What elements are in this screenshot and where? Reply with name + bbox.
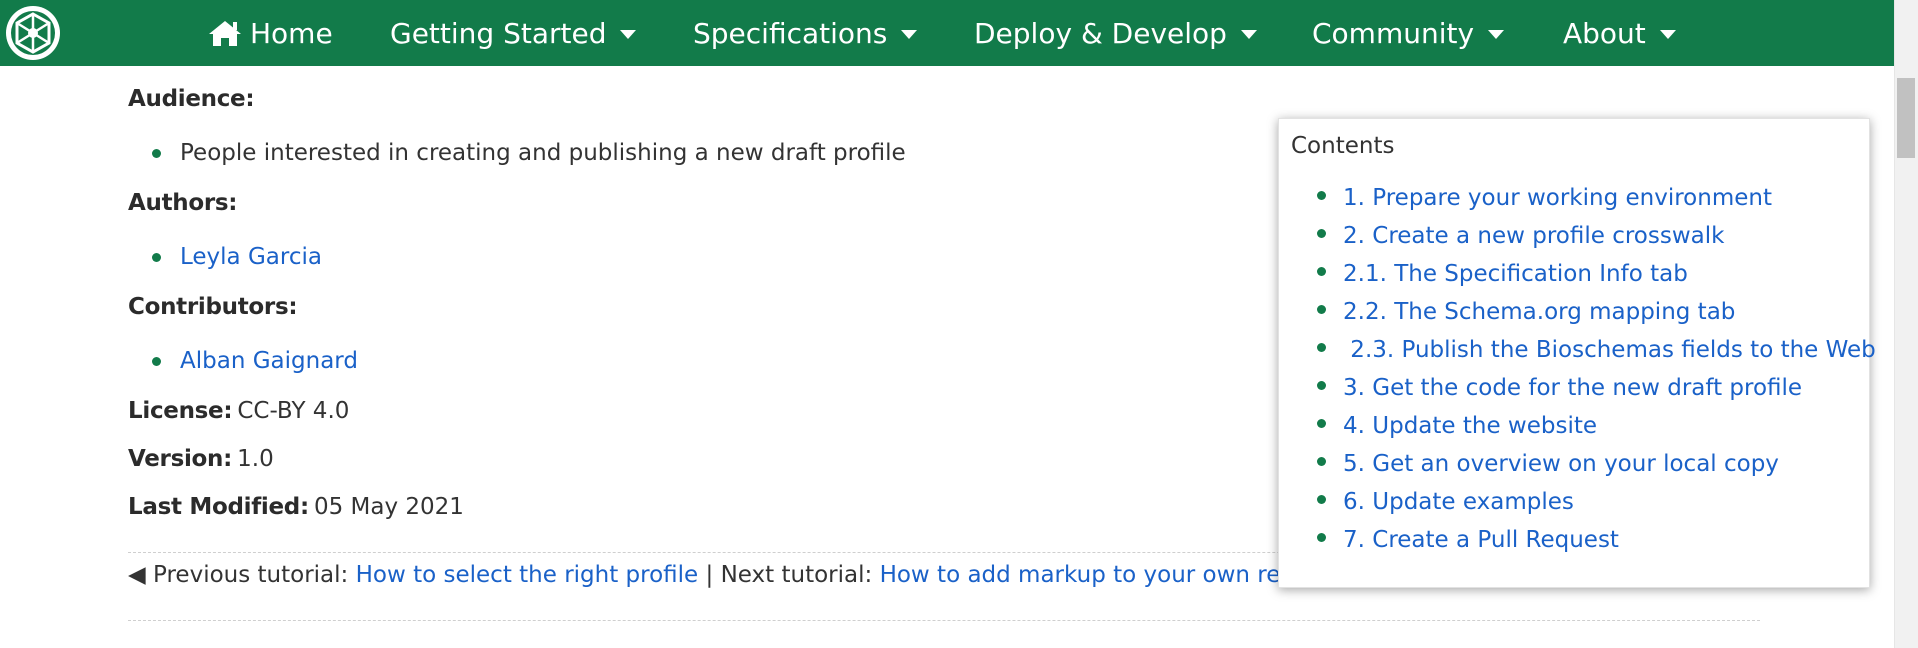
toc-item: 3. Get the code for the new draft profil… [1317,373,1876,411]
nav-getting-started[interactable]: Getting Started [390,0,637,66]
license-row: License: CC-BY 4.0 [128,398,349,424]
bullet-dot [152,357,161,366]
contributor-item: Alban Gaignard [152,348,358,374]
previous-tutorial-link[interactable]: How to select the right profile [356,562,699,588]
toc-link-2-2[interactable]: 2.2. The Schema.org mapping tab [1343,299,1735,325]
nav-home[interactable]: Home [208,0,333,66]
toc-item: 2.3. Publish the Bioschemas fields to th… [1317,335,1876,373]
version-value: 1.0 [237,446,274,472]
bullet-dot [1317,267,1326,276]
nav-specifications-label: Specifications [693,16,888,50]
caret-down-icon [901,29,918,39]
bullet-dot [152,253,161,262]
bullet-dot [152,149,161,158]
version-label: Version: [128,446,233,472]
toc-link-2-1[interactable]: 2.1. The Specification Info tab [1343,261,1688,287]
audience-label: Audience: [128,86,255,112]
author-item: Leyla Garcia [152,244,322,270]
nav-home-label: Home [250,16,333,50]
toc-item: 5. Get an overview on your local copy [1317,449,1876,487]
contributors-label: Contributors: [128,294,298,320]
toc-link-2[interactable]: 2. Create a new profile crosswalk [1343,223,1724,249]
toc-item: 2.1. The Specification Info tab [1317,259,1876,297]
toc-link-6[interactable]: 6. Update examples [1343,489,1574,515]
bullet-dot [1317,457,1326,466]
license-value: CC-BY 4.0 [237,398,350,424]
tutorial-nav-separator: | [705,562,714,588]
table-of-contents: Contents 1. Prepare your working environ… [1278,118,1876,588]
last-modified-row: Last Modified: 05 May 2021 [128,494,464,520]
scrollbar-thumb[interactable] [1897,78,1915,158]
toc-item: 1. Prepare your working environment [1317,183,1876,221]
nav-deploy-develop[interactable]: Deploy & Develop [974,0,1257,66]
nav-about[interactable]: About [1563,0,1676,66]
author-link[interactable]: Leyla Garcia [180,244,322,270]
toc-link-2-3[interactable]: 2.3. Publish the Bioschemas fields to th… [1343,337,1875,363]
toc-item: 2. Create a new profile crosswalk [1317,221,1876,259]
bullet-dot [1317,381,1326,390]
toc-link-3[interactable]: 3. Get the code for the new draft profil… [1343,375,1802,401]
toc-list: 1. Prepare your working environment 2. C… [1317,183,1876,563]
bullet-dot [1317,229,1326,238]
top-navbar: Home Getting Started Specifications Depl… [0,0,1894,66]
nav-community[interactable]: Community [1312,0,1505,66]
toc-title: Contents [1291,133,1395,159]
toc-link-5[interactable]: 5. Get an overview on your local copy [1343,451,1779,477]
audience-text: People interested in creating and publis… [180,140,906,166]
bullet-dot [1317,533,1326,542]
next-tutorial-label: Next tutorial: [720,562,873,588]
nav-deploy-develop-label: Deploy & Develop [974,16,1227,50]
bullet-dot [1317,305,1326,314]
caret-down-icon [1659,29,1676,39]
contributor-link[interactable]: Alban Gaignard [180,348,358,374]
toc-link-4[interactable]: 4. Update the website [1343,413,1597,439]
tutorial-navigation: ◀ Previous tutorial: How to select the r… [128,562,1306,588]
bullet-dot [1317,495,1326,504]
toc-item: 4. Update the website [1317,411,1876,449]
home-icon [209,21,241,46]
divider [128,620,1760,621]
nav-about-label: About [1563,16,1646,50]
audience-item: People interested in creating and publis… [152,140,906,166]
caret-down-icon [1488,29,1505,39]
nav-getting-started-label: Getting Started [390,16,607,50]
toc-item: 2.2. The Schema.org mapping tab [1317,297,1876,335]
authors-label: Authors: [128,190,238,216]
toc-link-7[interactable]: 7. Create a Pull Request [1343,527,1619,553]
previous-tutorial-label: Previous tutorial: [153,562,349,588]
license-label: License: [128,398,233,424]
toc-link-1[interactable]: 1. Prepare your working environment [1343,185,1772,211]
bullet-dot [1317,191,1326,200]
previous-arrow-icon: ◀ [128,562,146,588]
bullet-dot [1317,419,1326,428]
version-row: Version: 1.0 [128,446,274,472]
last-modified-label: Last Modified: [128,494,309,520]
bullet-dot [1317,343,1326,352]
toc-item: 7. Create a Pull Request [1317,525,1876,563]
nav-specifications[interactable]: Specifications [693,0,918,66]
next-tutorial-link[interactable]: How to add markup to your own reso [880,562,1307,588]
bioschemas-logo-icon[interactable] [4,4,62,62]
toc-item: 6. Update examples [1317,487,1876,525]
last-modified-value: 05 May 2021 [313,494,464,520]
nav-community-label: Community [1312,16,1475,50]
caret-down-icon [620,29,637,39]
caret-down-icon [1240,29,1257,39]
